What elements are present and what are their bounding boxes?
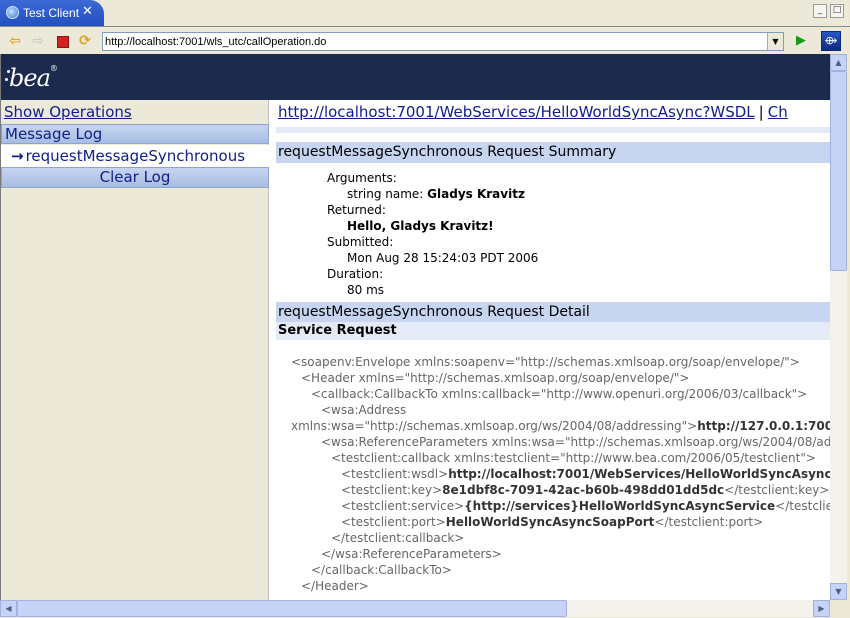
xml-line: xmlns:wsa="http://schemas.xmlsoap.org/ws… [276,418,830,434]
scroll-down-icon[interactable]: ▼ [830,583,847,600]
horizontal-scroll-thumb[interactable] [17,600,567,617]
argument-row: string name: Gladys Kravitz [327,186,538,202]
next-link[interactable]: Ch [768,103,788,121]
globe-icon [6,6,19,19]
window-controls: _ □ [813,4,844,18]
tab-test-client[interactable]: Test Client ✕ [0,0,104,26]
xml-line: <wsa:ReferenceParameters xmlns:wsa="http… [321,435,830,449]
xml-line: <testclient:callback xmlns:testclient="h… [331,451,816,465]
scroll-right-icon[interactable]: ▶ [813,600,830,617]
message-log-header: Message Log [1,124,269,144]
minimize-button[interactable]: _ [813,4,827,18]
forward-arrow-icon[interactable]: ⇨ [30,33,46,49]
duration-label: Duration: [327,267,384,281]
log-item-request[interactable]: → requestMessageSynchronous [1,145,269,167]
submitted-value: Mon Aug 28 15:24:03 PDT 2006 [347,251,539,265]
xml-line: <Header xmlns="http://schemas.xmlsoap.or… [301,371,690,385]
bea-logo: bea® [5,64,58,92]
editor-tab-strip: Test Client ✕ _ □ [0,0,850,27]
xml-line: </testclient:callback> [331,531,465,545]
wsdl-link[interactable]: http://localhost:7001/WebServices/HelloW… [278,103,755,121]
page-content: bea® Show Operations Message Log → reques… [0,54,830,600]
request-details-panel: http://localhost:7001/WebServices/HelloW… [276,100,830,600]
xml-text: </testclient:port> [654,515,764,529]
returned-value: Hello, Gladys Kravitz! [347,219,494,233]
service-request-header: Service Request [276,322,830,340]
arrow-right-icon: → [11,147,24,165]
soap-xml-view: <soapenv:Envelope xmlns:soapenv="http://… [276,354,830,594]
show-operations-link[interactable]: Show Operations [4,103,132,121]
xml-text: xmlns:wsa="http://schemas.xmlsoap.org/ws… [291,419,698,433]
submitted-label: Submitted: [327,235,394,249]
clear-log-button[interactable]: Clear Log [1,167,269,188]
wsdl-link-row: http://localhost:7001/WebServices/HelloW… [278,103,830,121]
arguments-label: Arguments: [327,171,397,185]
xml-value: http://127.0.0.1:7001/ [697,419,830,433]
arg-name: string name: [347,187,424,201]
request-summary: Arguments: string name: Gladys Kravitz R… [327,170,538,298]
vertical-scrollbar[interactable]: ▲ ▼ [830,54,847,600]
xml-line: <soapenv:Envelope xmlns:soapenv="http://… [291,355,800,369]
url-dropdown-button[interactable]: ▼ [767,33,783,50]
horizontal-scrollbar[interactable]: ◀ ▶ [0,600,830,617]
logo-text: bea [9,64,51,92]
link-separator: | [758,103,764,121]
xml-line: <testclient:wsdl>http://localhost:7001/W… [276,466,830,482]
trademark-mark: ® [49,64,58,73]
xml-value: HelloWorldSyncAsyncSoapPort [445,515,655,529]
xml-value: {http://services}HelloWorldSyncAsyncServ… [464,499,776,513]
xml-text: <testclient:port> [341,515,446,529]
xml-text: </testclient:key> [724,483,830,497]
close-icon[interactable]: ✕ [82,4,93,19]
scroll-left-icon[interactable]: ◀ [0,600,17,617]
xml-text: <testclient:wsdl> [341,467,449,481]
refresh-icon[interactable]: ⟳ [77,33,93,49]
left-nav-panel: Show Operations Message Log → requestMess… [1,100,269,600]
log-item-label: requestMessageSynchronous [25,147,246,165]
summary-title: requestMessageSynchronous Request Summar… [276,142,830,163]
open-in-browser-icon[interactable]: ⟴ [821,31,841,51]
xml-value: 8e1dbf8c-7091-42ac-b60b-498dd01dd5dc [442,483,725,497]
logo-dots-icon [5,70,11,84]
divider-bar [276,127,830,133]
stop-icon[interactable] [54,33,70,49]
scroll-up-icon[interactable]: ▲ [830,54,847,71]
arg-value: Gladys Kravitz [427,187,525,201]
xml-line: <wsa:Address [321,403,407,417]
xml-line: <testclient:service>{http://services}Hel… [276,498,830,514]
url-input[interactable] [105,34,765,49]
url-bar: ▼ [102,32,784,51]
duration-value: 80 ms [347,283,385,297]
xml-line: </callback:CallbackTo> [311,563,452,577]
xml-line: <testclient:port>HelloWorldSyncAsyncSoap… [276,514,830,530]
xml-text: <testclient:key> [341,483,443,497]
go-icon[interactable]: ▶ [793,33,809,49]
detail-title: requestMessageSynchronous Request Detail [276,302,830,323]
returned-label: Returned: [327,203,386,217]
tab-title: Test Client [23,6,80,20]
xml-value: http://localhost:7001/WebServices/HelloW… [448,467,830,481]
xml-line: <testclient:key>8e1dbf8c-7091-42ac-b60b-… [276,482,830,498]
back-arrow-icon[interactable]: ⇦ [7,33,23,49]
xml-line: </wsa:ReferenceParameters> [321,547,502,561]
xml-text: </testclient:service> [775,499,830,513]
browser-toolbar: ⇦ ⇨ ⟳ ▼ ▶ ⟴ [0,28,850,54]
maximize-button[interactable]: □ [830,4,844,18]
xml-line: </Header> [301,579,369,593]
xml-text: <testclient:service> [341,499,465,513]
xml-line: <callback:CallbackTo xmlns:callback="htt… [311,387,808,401]
vertical-scroll-thumb[interactable] [830,71,847,271]
bea-header-banner: bea® [1,54,830,100]
